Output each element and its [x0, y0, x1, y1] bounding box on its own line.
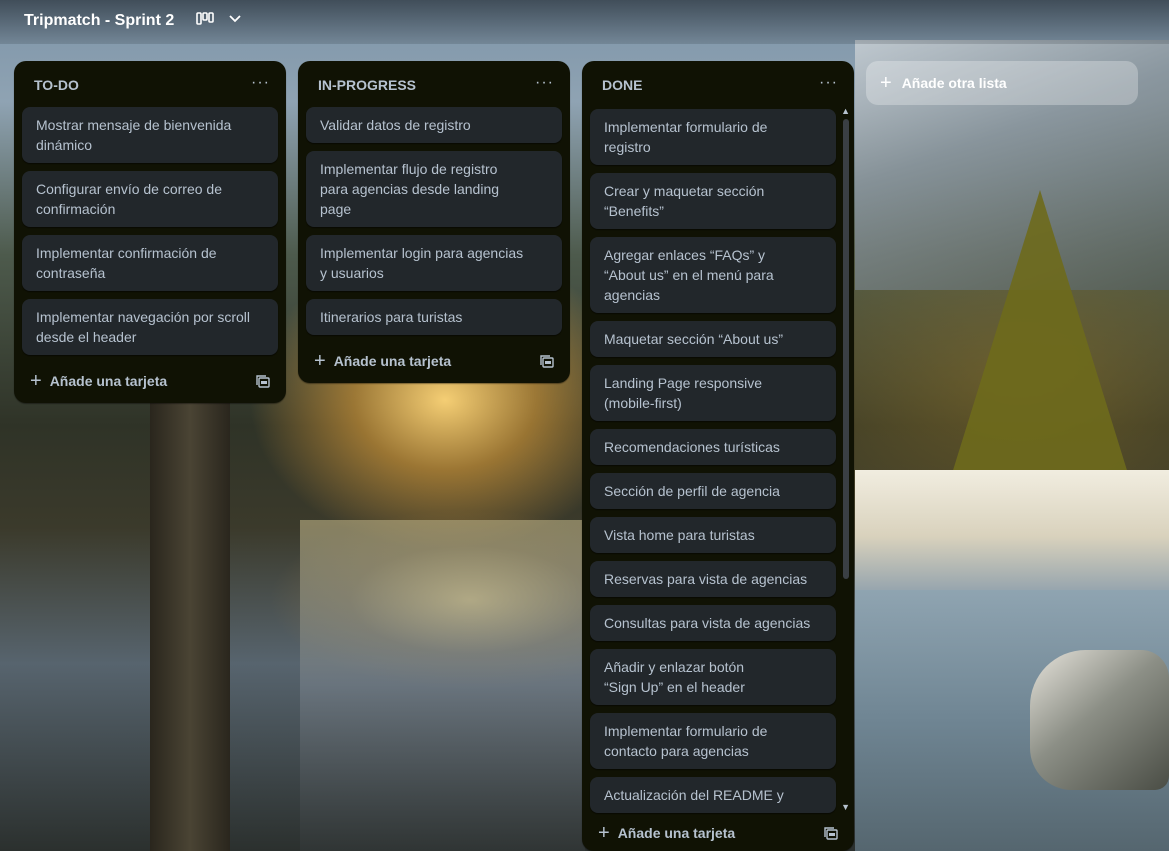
plus-icon: +: [880, 72, 892, 94]
card-scroll-area[interactable]: Implementar formulario de registro Crear…: [582, 109, 844, 815]
scroll-down-icon[interactable]: ▼: [841, 802, 850, 812]
add-card-button[interactable]: + Añade una tarjeta: [30, 370, 168, 392]
add-card-label: Añade una tarjeta: [49, 373, 168, 389]
list-footer: + Añade una tarjeta: [582, 817, 854, 851]
list-scrollbar[interactable]: [843, 119, 849, 579]
list-footer: + Añade una tarjeta: [298, 343, 570, 383]
add-list-label: Añade otra lista: [901, 75, 1007, 91]
card[interactable]: Vista home para turistas: [590, 517, 836, 553]
card-container: Implementar formulario de registro Crear…: [582, 109, 844, 813]
card[interactable]: Maquetar sección “About us”: [590, 321, 836, 357]
card[interactable]: Implementar flujo de registro para agenc…: [306, 151, 562, 227]
card[interactable]: Sección de perfil de agencia: [590, 473, 836, 509]
card[interactable]: Itinerarios para turistas: [306, 299, 562, 335]
list-in-progress: IN-PROGRESS ··· Validar datos de registr…: [298, 61, 570, 383]
card[interactable]: Validar datos de registro: [306, 107, 562, 143]
scroll-up-icon[interactable]: ▲: [841, 106, 850, 116]
card-template-icon[interactable]: [824, 827, 838, 846]
card[interactable]: Implementar navegación por scroll desde …: [22, 299, 278, 355]
card[interactable]: Implementar formulario de registro: [590, 109, 836, 165]
list-title[interactable]: DONE: [602, 77, 642, 93]
background-trunk: [150, 400, 230, 851]
card[interactable]: Landing Page responsive (mobile-first): [590, 365, 836, 421]
board-title[interactable]: Tripmatch - Sprint 2: [24, 12, 174, 30]
background-rock: [1030, 650, 1169, 790]
list-header: TO-DO ···: [14, 61, 286, 107]
add-card-button[interactable]: + Añade una tarjeta: [314, 350, 452, 372]
plus-icon: +: [30, 370, 42, 392]
card[interactable]: Consultas para vista de agencias: [590, 605, 836, 641]
add-card-button[interactable]: + Añade una tarjeta: [598, 822, 736, 844]
add-card-label: Añade una tarjeta: [617, 825, 736, 841]
card[interactable]: Actualización del README y: [590, 777, 836, 813]
plus-icon: +: [314, 350, 326, 372]
list-header: IN-PROGRESS ···: [298, 61, 570, 107]
card[interactable]: Mostrar mensaje de bienvenida dinámico: [22, 107, 278, 163]
list-done: DONE ··· Implementar formulario de regis…: [582, 61, 854, 851]
add-list-button[interactable]: + Añade otra lista: [866, 61, 1138, 105]
card[interactable]: Implementar confirmación de contraseña: [22, 235, 278, 291]
chevron-down-icon[interactable]: [228, 14, 242, 24]
card[interactable]: Reservas para vista de agencias: [590, 561, 836, 597]
list-footer: + Añade una tarjeta: [14, 363, 286, 403]
more-icon[interactable]: ···: [535, 74, 554, 92]
card-template-icon[interactable]: [540, 355, 554, 374]
list-header: DONE ···: [582, 61, 854, 107]
background-snow: [855, 470, 1169, 590]
card-container: Validar datos de registro Implementar fl…: [298, 107, 570, 335]
board-view-switcher[interactable]: [196, 12, 242, 26]
more-icon[interactable]: ···: [819, 74, 838, 92]
plus-icon: +: [598, 822, 610, 844]
background-tree: [950, 190, 1130, 480]
list-title[interactable]: IN-PROGRESS: [318, 77, 416, 93]
card[interactable]: Añadir y enlazar botón “Sign Up” en el h…: [590, 649, 836, 705]
card[interactable]: Configurar envío de correo de confirmaci…: [22, 171, 278, 227]
card[interactable]: Crear y maquetar sección “Benefits”: [590, 173, 836, 229]
board-view-icon[interactable]: [196, 12, 214, 26]
background-stream: [300, 520, 585, 851]
card[interactable]: Implementar login para agencias y usuari…: [306, 235, 562, 291]
card-container: Mostrar mensaje de bienvenida dinámico C…: [14, 107, 286, 355]
board-header: Tripmatch - Sprint 2: [0, 0, 1169, 44]
card[interactable]: Implementar formulario de contacto para …: [590, 713, 836, 769]
list-title[interactable]: TO-DO: [34, 77, 79, 93]
add-card-label: Añade una tarjeta: [333, 353, 452, 369]
card-template-icon[interactable]: [256, 375, 270, 394]
card[interactable]: Agregar enlaces “FAQs” y “About us” en e…: [590, 237, 836, 313]
more-icon[interactable]: ···: [251, 74, 270, 92]
list-todo: TO-DO ··· Mostrar mensaje de bienvenida …: [14, 61, 286, 403]
card[interactable]: Recomendaciones turísticas: [590, 429, 836, 465]
